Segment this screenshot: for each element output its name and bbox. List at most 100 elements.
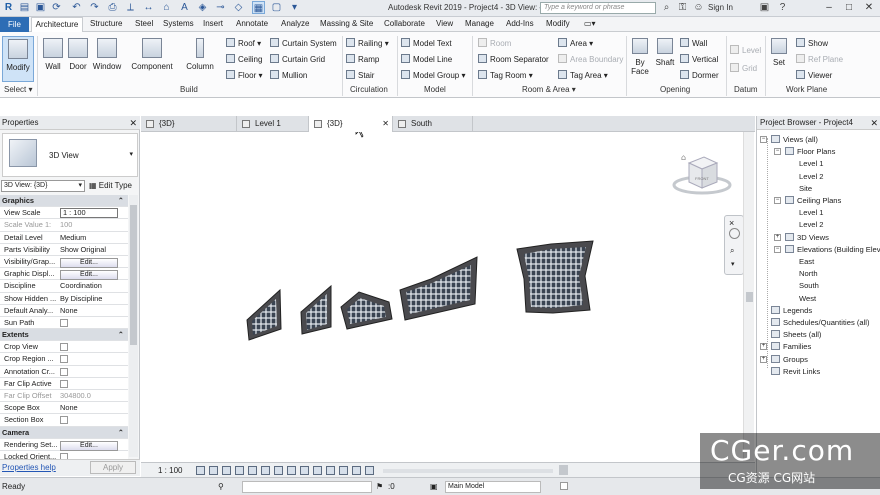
steering-wheel-icon[interactable] bbox=[729, 228, 740, 239]
property-value[interactable]: Medium bbox=[60, 232, 126, 244]
user-icon[interactable]: ☺ bbox=[692, 1, 705, 14]
railing-button[interactable]: Railing ▾ bbox=[346, 37, 389, 50]
browser-close-button[interactable]: ✕ bbox=[870, 116, 878, 130]
vertical-button[interactable]: Vertical bbox=[680, 53, 718, 66]
wall-opening-button[interactable]: Wall bbox=[680, 37, 707, 50]
design-option-selector[interactable]: Main Model bbox=[445, 481, 541, 493]
dormer-button[interactable]: Dormer bbox=[680, 69, 719, 82]
tab-modify[interactable]: Modify bbox=[546, 19, 570, 28]
browser-node[interactable]: Floor Plans bbox=[785, 146, 835, 158]
browser-node[interactable]: North bbox=[799, 268, 818, 280]
area-button[interactable]: Area ▾ bbox=[558, 37, 593, 50]
analytical-model-icon[interactable] bbox=[339, 466, 348, 475]
dimension-icon[interactable]: ↔ bbox=[142, 1, 155, 14]
viewer-button[interactable]: Viewer bbox=[796, 69, 832, 82]
tree-expand-toggle[interactable]: + bbox=[760, 355, 767, 363]
browser-node[interactable]: Level 2 bbox=[799, 219, 824, 231]
tree-expand-toggle[interactable]: − bbox=[760, 136, 767, 143]
sun-path-icon[interactable] bbox=[222, 466, 231, 475]
canvas-horizontal-scrollbar[interactable] bbox=[383, 469, 553, 473]
browser-node[interactable]: Sheets (all) bbox=[771, 329, 821, 341]
tab-massing-site[interactable]: Massing & Site bbox=[320, 19, 373, 28]
tag-area-button[interactable]: Tag Area ▾ bbox=[558, 69, 608, 82]
properties-scrollbar[interactable] bbox=[129, 195, 138, 457]
visual-style-icon[interactable] bbox=[209, 466, 218, 475]
tab-3d-view-1[interactable]: {3D} bbox=[141, 116, 237, 132]
maximize-button[interactable]: □ bbox=[840, 0, 858, 15]
browser-node[interactable]: Legends bbox=[771, 305, 812, 317]
property-checkbox[interactable] bbox=[60, 367, 68, 376]
tab-view[interactable]: View bbox=[436, 19, 453, 28]
nav-close-icon[interactable]: × bbox=[729, 218, 734, 228]
mullion-button[interactable]: Mullion bbox=[270, 69, 307, 82]
measure-icon[interactable]: ⟂ bbox=[124, 1, 137, 14]
ribbon-toggle-icon[interactable]: ▭▾ bbox=[584, 19, 596, 28]
tab-structure[interactable]: Structure bbox=[90, 19, 122, 28]
property-value[interactable]: None bbox=[60, 402, 126, 414]
close-button[interactable]: ✕ bbox=[860, 0, 878, 15]
property-value[interactable]: None bbox=[60, 305, 126, 317]
tree-expand-toggle[interactable]: + bbox=[760, 343, 767, 351]
component-button[interactable]: Component bbox=[130, 36, 174, 82]
curtain-mass-2[interactable] bbox=[300, 284, 332, 335]
type-selector[interactable]: 3D View ▾ bbox=[2, 133, 138, 177]
roof-button[interactable]: Roof ▾ bbox=[226, 37, 261, 50]
revit-logo[interactable]: R bbox=[2, 1, 15, 14]
select-panel-label[interactable]: Select ▾ bbox=[4, 85, 32, 94]
property-section-header[interactable]: Extents ⌃ bbox=[0, 329, 128, 342]
curtain-mass-3[interactable] bbox=[340, 291, 393, 330]
search-input[interactable]: Type a keyword or phrase bbox=[540, 2, 656, 14]
redo-icon[interactable]: ↷ bbox=[88, 1, 101, 14]
exclude-options-checkbox[interactable] bbox=[560, 482, 568, 490]
viewcube[interactable]: FRONT ⌂ bbox=[672, 153, 732, 195]
close-tab-icon[interactable]: ✕ bbox=[382, 116, 389, 132]
section-icon[interactable]: ⊸ bbox=[214, 1, 227, 14]
collapse-section-icon[interactable]: ⌃ bbox=[118, 329, 124, 341]
ceiling-button[interactable]: Ceiling bbox=[226, 53, 262, 66]
browser-node[interactable]: Site bbox=[799, 183, 812, 195]
browser-node[interactable]: Level 1 bbox=[799, 158, 824, 170]
property-checkbox[interactable] bbox=[60, 416, 68, 425]
show-button[interactable]: Show bbox=[796, 37, 828, 50]
curtain-grid-button[interactable]: Curtain Grid bbox=[270, 53, 325, 66]
tab-systems[interactable]: Systems bbox=[163, 19, 194, 28]
exchange-icon[interactable]: ▣ bbox=[758, 1, 771, 14]
grid-button[interactable]: Grid bbox=[730, 62, 757, 75]
subscription-icon[interactable]: ⚿ bbox=[676, 1, 689, 14]
sign-in-button[interactable]: Sign In bbox=[708, 3, 733, 12]
tab-manage[interactable]: Manage bbox=[465, 19, 494, 28]
show-crop-icon[interactable] bbox=[274, 466, 283, 475]
curtain-mass-1[interactable] bbox=[246, 288, 282, 341]
switch-windows-icon[interactable]: ▦ bbox=[252, 1, 265, 14]
browser-node[interactable]: Elevations (Building Elevation) bbox=[785, 244, 880, 256]
stair-button[interactable]: Stair bbox=[346, 69, 374, 82]
view-instance-selector[interactable]: 3D View: {3D} ▾ bbox=[1, 180, 85, 192]
floor-button[interactable]: Floor ▾ bbox=[226, 69, 262, 82]
shaft-button[interactable]: Shaft bbox=[652, 36, 678, 82]
tab-add-ins[interactable]: Add-Ins bbox=[506, 19, 534, 28]
undo-icon[interactable]: ↶ bbox=[70, 1, 83, 14]
edit-type-button[interactable]: ▦ Edit Type bbox=[89, 180, 132, 192]
viewcube-home-icon[interactable]: ⌂ bbox=[681, 153, 686, 162]
horizontal-scroll-thumb[interactable] bbox=[559, 465, 568, 475]
set-button[interactable]: Set bbox=[767, 36, 791, 82]
browser-node[interactable]: Level 1 bbox=[799, 207, 824, 219]
shadows-icon[interactable] bbox=[235, 466, 244, 475]
collapse-section-icon[interactable]: ⌃ bbox=[118, 195, 124, 207]
browser-node[interactable]: Families bbox=[771, 341, 811, 353]
browser-node[interactable]: South bbox=[799, 280, 819, 292]
thin-lines-icon[interactable]: ◇ bbox=[232, 1, 245, 14]
crop-view-icon[interactable] bbox=[261, 466, 270, 475]
model-line-button[interactable]: Model Line bbox=[401, 53, 452, 66]
browser-node[interactable]: Ceiling Plans bbox=[785, 195, 841, 207]
reveal-constraints-icon[interactable] bbox=[365, 466, 374, 475]
apply-button[interactable]: Apply bbox=[90, 461, 136, 474]
column-button[interactable]: Column bbox=[184, 36, 216, 82]
modify-button[interactable]: Modify bbox=[2, 36, 34, 82]
tree-expand-toggle[interactable]: − bbox=[774, 148, 781, 156]
property-checkbox[interactable] bbox=[60, 318, 68, 327]
property-value[interactable]: Show Original bbox=[60, 244, 126, 256]
ref-plane-button[interactable]: Ref Plane bbox=[796, 53, 843, 66]
tab-south[interactable]: South bbox=[393, 116, 473, 132]
save-icon[interactable]: ▣ bbox=[34, 1, 47, 14]
